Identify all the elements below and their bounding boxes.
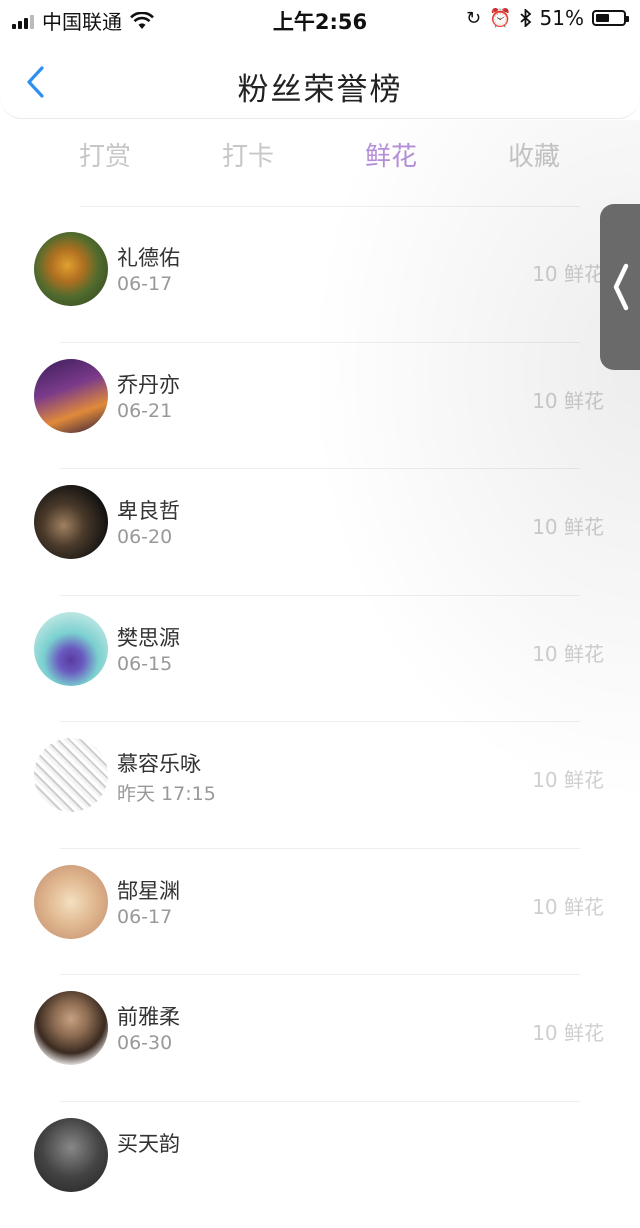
list-item[interactable]: 乔丹亦 06-21 10 鲜花	[0, 343, 640, 470]
avatar	[34, 485, 108, 559]
battery-icon	[592, 10, 626, 26]
flower-count: 10 鲜花	[532, 385, 604, 414]
fan-date: 06-30	[117, 1032, 172, 1054]
list-item[interactable]: 买天韵	[0, 1102, 640, 1228]
avatar	[34, 738, 108, 812]
tab-bar: 打赏 打卡 鲜花 收藏	[0, 130, 640, 180]
bluetooth-icon	[520, 9, 532, 27]
fan-date: 昨天 17:15	[117, 779, 216, 806]
fan-name: 礼德佑	[117, 242, 180, 272]
divider	[80, 206, 580, 207]
fan-list: 礼德佑 06-17 10 鲜花 乔丹亦 06-21 10 鲜花 卑良哲 06-2…	[0, 216, 640, 1228]
fan-name: 买天韵	[117, 1128, 180, 1158]
avatar	[34, 991, 108, 1065]
battery-fill	[596, 14, 609, 22]
rotation-lock-icon: ↻	[466, 8, 481, 29]
tab-tip[interactable]: 打赏	[55, 136, 155, 173]
fan-name: 前雅柔	[117, 1001, 180, 1031]
list-item[interactable]: 樊思源 06-15 10 鲜花	[0, 596, 640, 723]
fan-date: 06-17	[117, 273, 172, 295]
fan-name: 樊思源	[117, 622, 180, 652]
battery-percent: 51%	[540, 6, 584, 30]
avatar	[34, 1118, 108, 1192]
fan-name: 卑良哲	[117, 495, 180, 525]
list-item[interactable]: 前雅柔 06-30 10 鲜花	[0, 975, 640, 1102]
fan-date: 06-17	[117, 906, 172, 928]
list-item[interactable]: 郜星渊 06-17 10 鲜花	[0, 849, 640, 976]
fan-name: 郜星渊	[117, 875, 180, 905]
flower-count: 10 鲜花	[532, 511, 604, 540]
list-item[interactable]: 卑良哲 06-20 10 鲜花	[0, 469, 640, 596]
fan-date: 06-15	[117, 653, 172, 675]
avatar	[34, 232, 108, 306]
flower-count: 10 鲜花	[532, 1017, 604, 1046]
chevron-left-icon	[600, 204, 640, 370]
alarm-icon: ⏰	[489, 8, 511, 29]
status-right: ↻ ⏰ 51%	[466, 6, 626, 30]
list-item[interactable]: 礼德佑 06-17 10 鲜花	[0, 216, 640, 343]
fan-name: 乔丹亦	[117, 369, 180, 399]
nav-header: 粉丝荣誉榜	[0, 36, 640, 119]
flower-count: 10 鲜花	[532, 258, 604, 287]
avatar	[34, 359, 108, 433]
list-item[interactable]: 慕容乐咏 昨天 17:15 10 鲜花	[0, 722, 640, 849]
fan-date: 06-20	[117, 526, 172, 548]
status-bar: 中国联通 上午2:56 ↻ ⏰ 51%	[0, 0, 640, 36]
fan-date: 06-21	[117, 400, 172, 422]
tab-flowers[interactable]: 鲜花	[341, 136, 441, 173]
side-drawer-handle[interactable]	[600, 204, 640, 370]
tab-favorites[interactable]: 收藏	[484, 136, 584, 173]
tab-checkin[interactable]: 打卡	[198, 136, 298, 173]
flower-count: 10 鲜花	[532, 638, 604, 667]
flower-count: 10 鲜花	[532, 891, 604, 920]
avatar	[34, 612, 108, 686]
avatar	[34, 865, 108, 939]
flower-count: 10 鲜花	[532, 764, 604, 793]
fan-name: 慕容乐咏	[117, 748, 201, 778]
page-title: 粉丝荣誉榜	[0, 64, 640, 109]
